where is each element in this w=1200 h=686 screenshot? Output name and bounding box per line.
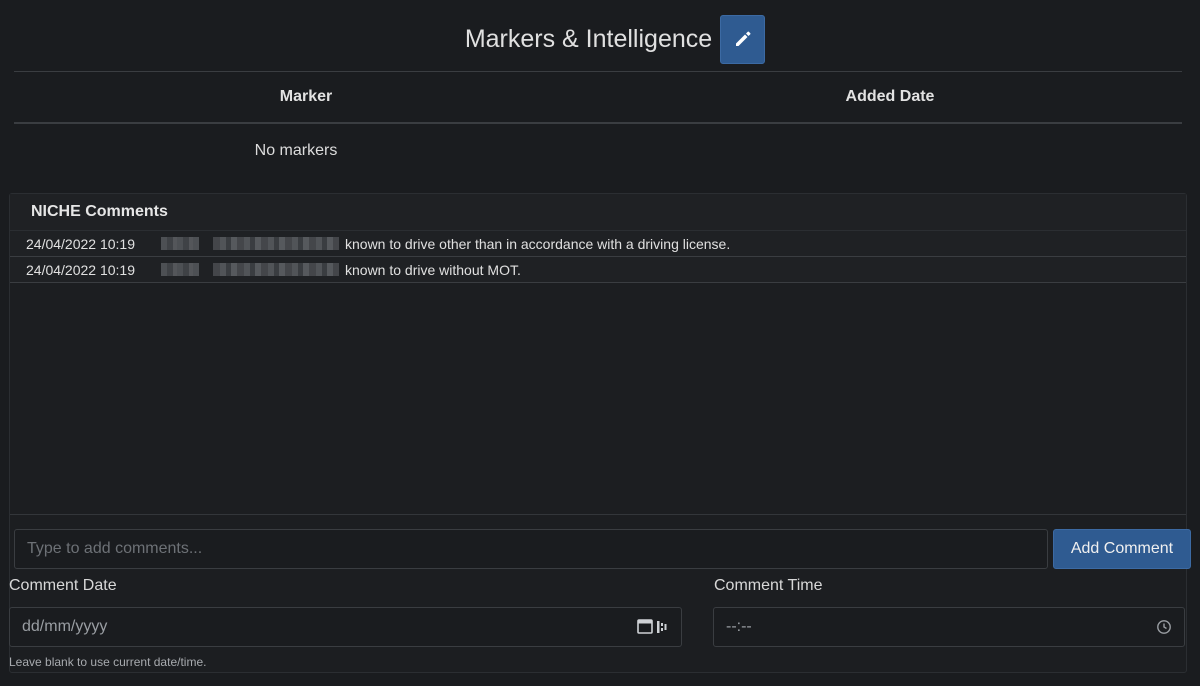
comment-date-field[interactable]: dd/mm/yyyy [9, 607, 682, 647]
comment-date: 24/04/2022 10:19 [26, 235, 135, 252]
time-placeholder: --:-- [726, 618, 752, 635]
comment-date: 24/04/2022 10:19 [26, 261, 135, 278]
header: Markers & Intelligence [0, 14, 1200, 64]
empty-markers-text: No markers [254, 142, 338, 159]
date-time-hint: Leave blank to use current date/time. [9, 655, 207, 669]
comment-date-label: Comment Date [9, 577, 117, 594]
calendar-icon[interactable] [637, 618, 669, 636]
markers-table-header: Marker Added Date [14, 72, 1182, 124]
comment-time-field[interactable]: --:-- [713, 607, 1185, 647]
date-placeholder: dd/mm/yyyy [22, 618, 108, 635]
comment-row: 24/04/2022 10:19 known to drive other th… [10, 231, 1186, 257]
markers-table-body: No markers [14, 124, 1182, 178]
comments-panel: NICHE Comments 24/04/2022 10:19 known to… [9, 193, 1191, 673]
add-comment-row: Add Comment [14, 529, 1191, 569]
markers-table: Marker Added Date No markers [14, 72, 1182, 178]
pencil-icon [735, 31, 751, 46]
comment-text: known to drive without MOT. [345, 261, 521, 278]
comments-title: NICHE Comments [10, 194, 1186, 230]
page-title: Markers & Intelligence [464, 24, 713, 53]
redacted-name [213, 237, 339, 250]
comments-list[interactable]: 24/04/2022 10:19 known to drive other th… [10, 230, 1186, 515]
comment-row: 24/04/2022 10:19 known to drive without … [10, 257, 1186, 283]
clock-icon[interactable] [1156, 619, 1172, 635]
add-comment-button[interactable]: Add Comment [1053, 529, 1191, 569]
redacted-name [213, 263, 339, 276]
comment-input[interactable] [14, 529, 1048, 569]
edit-button[interactable] [720, 14, 766, 64]
column-header-marker[interactable]: Marker [14, 88, 598, 106]
column-header-added-date[interactable]: Added Date [598, 88, 1182, 106]
redacted-author [161, 237, 199, 250]
comment-text: known to drive other than in accordance … [345, 235, 731, 252]
redacted-author [161, 263, 199, 276]
comment-time-label: Comment Time [714, 577, 823, 594]
